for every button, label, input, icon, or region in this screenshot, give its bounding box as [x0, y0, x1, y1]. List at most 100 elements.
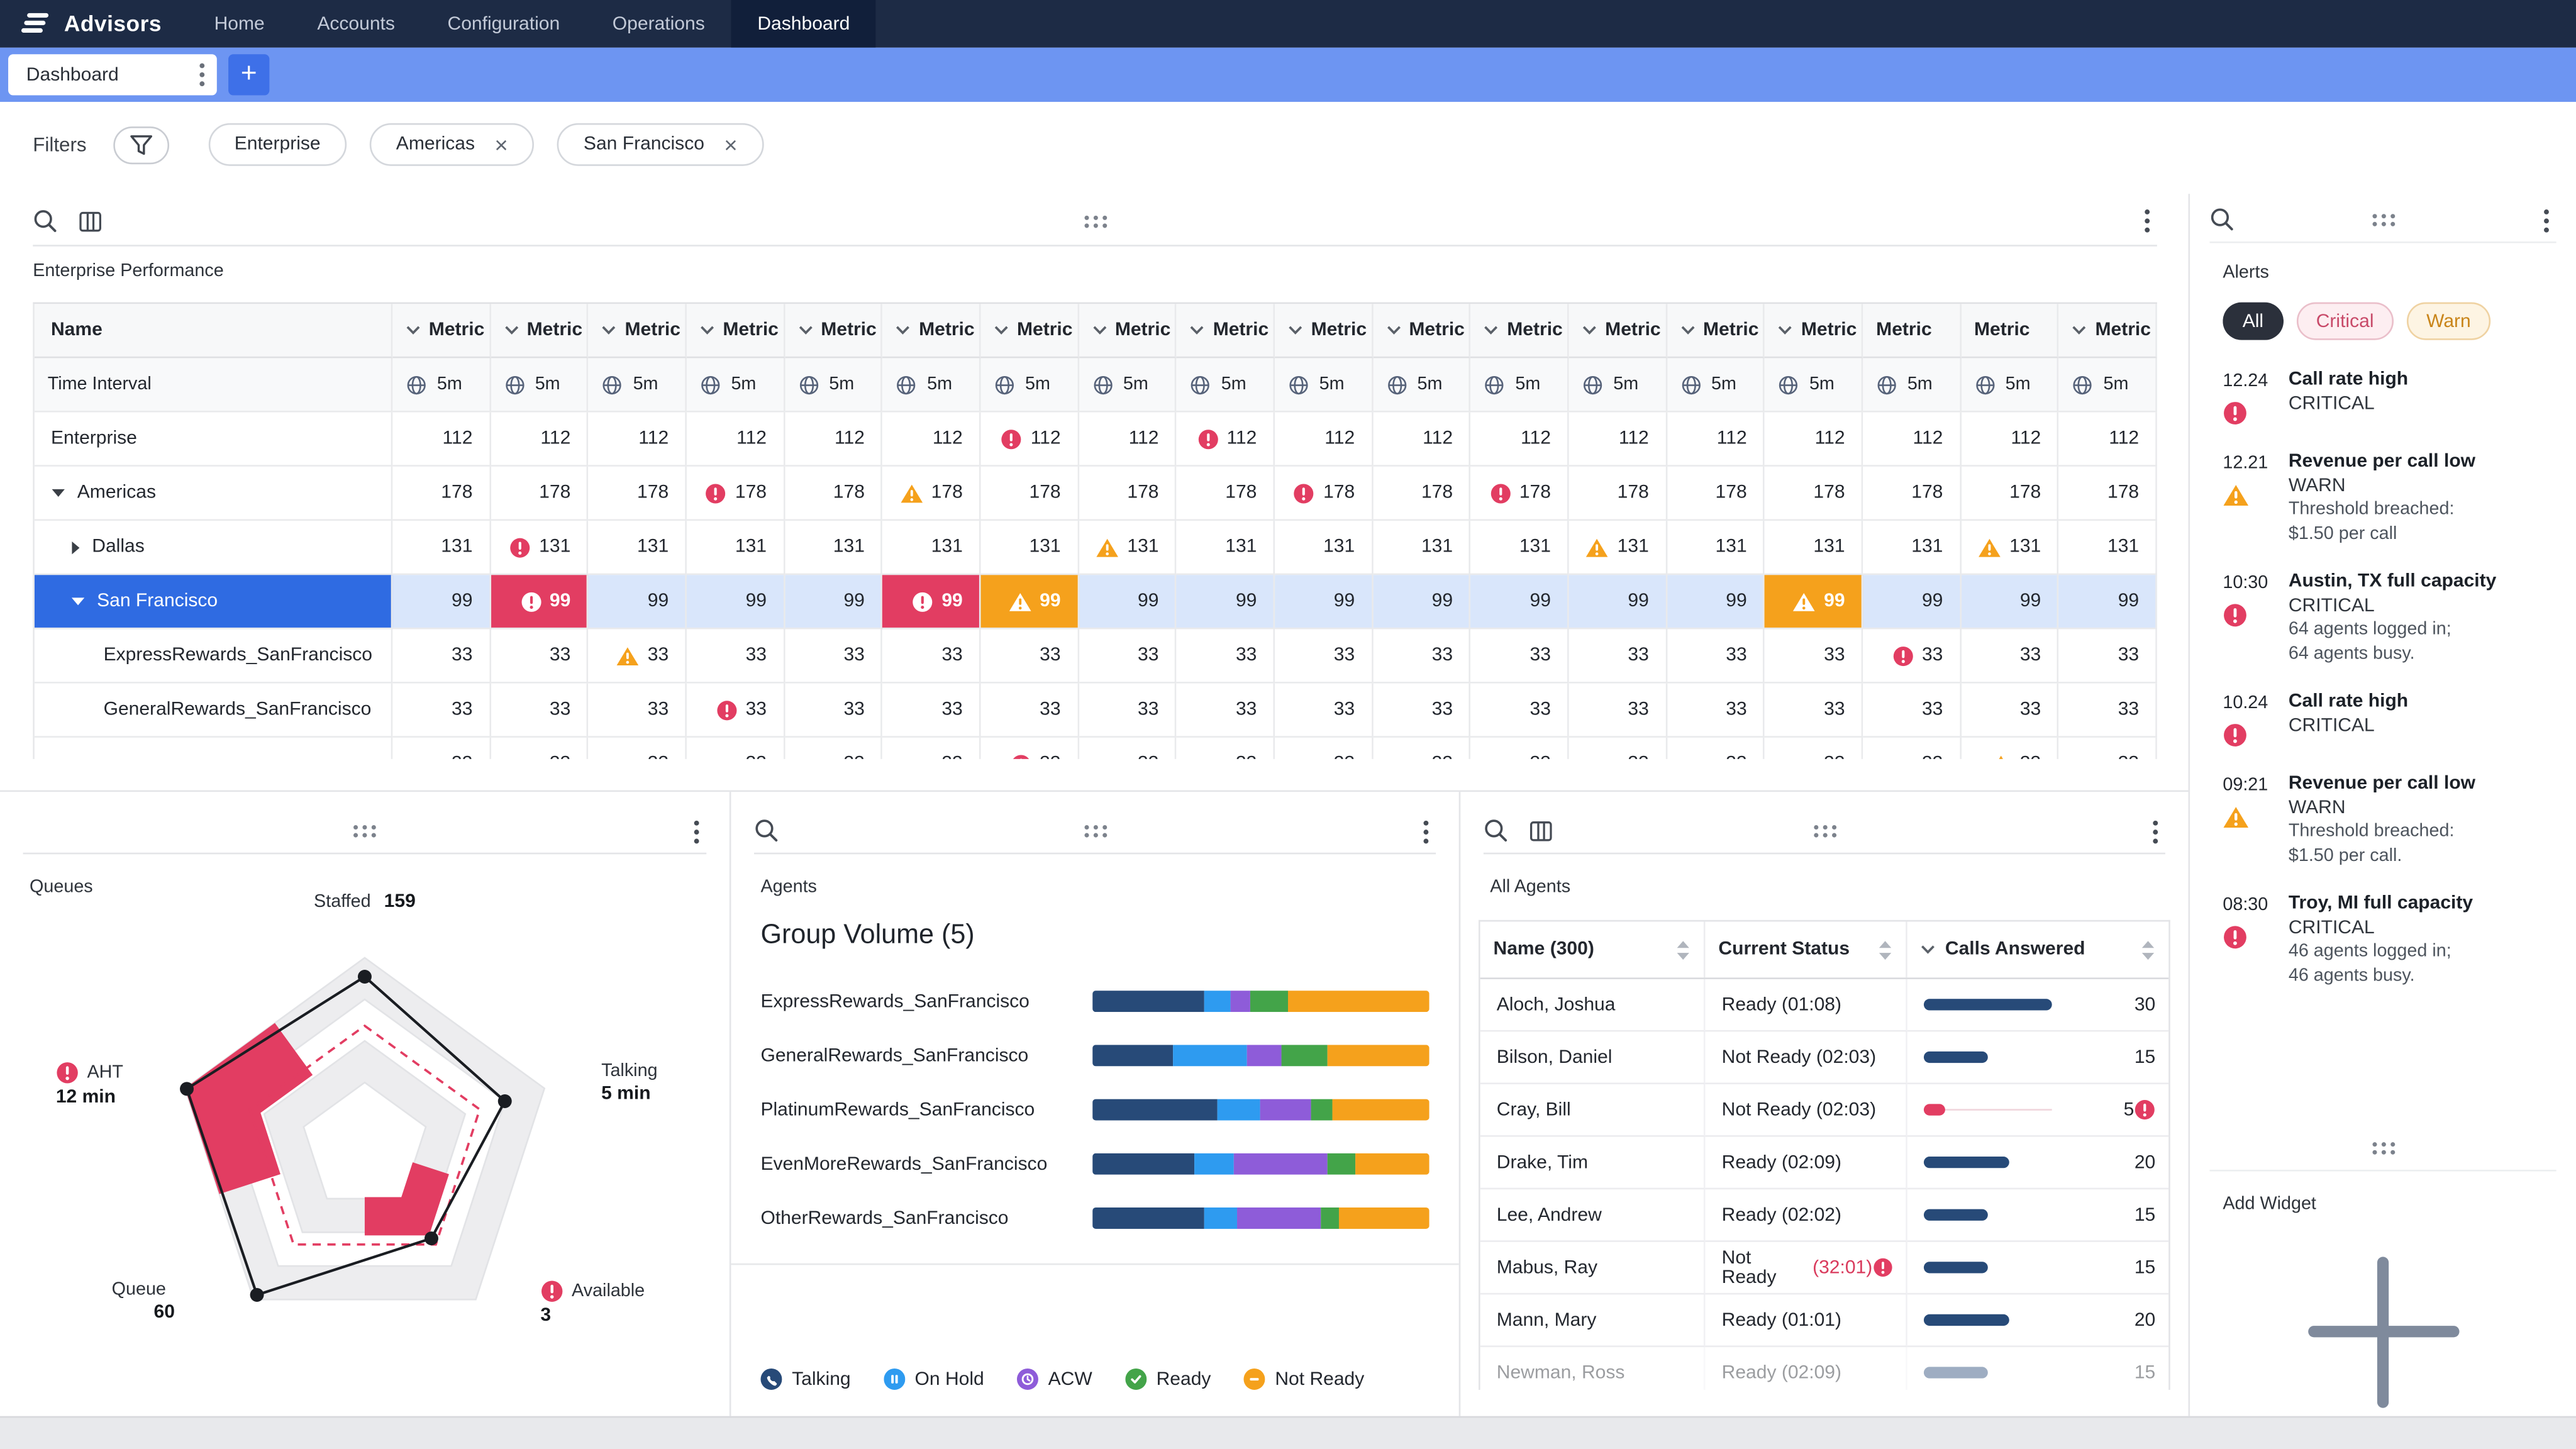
drag-handle-icon[interactable] [1082, 213, 1108, 229]
group-volume-bar[interactable] [1092, 1099, 1430, 1121]
metric-cell[interactable]: 33 [1569, 684, 1667, 738]
metric-cell[interactable]: 99 [981, 575, 1079, 629]
metric-cell[interactable]: 178 [883, 467, 981, 521]
interval-cell[interactable]: 5m [1373, 358, 1471, 412]
col-header-metric[interactable]: Metric [2059, 304, 2157, 358]
metric-cell[interactable]: 33 [1569, 629, 1667, 683]
metric-cell[interactable]: 33 [1863, 738, 1961, 759]
metric-cell[interactable]: 178 [687, 467, 785, 521]
metric-cell[interactable]: 99 [1569, 575, 1667, 629]
metric-cell[interactable]: 99 [1863, 575, 1961, 629]
metric-cell[interactable]: 178 [1471, 467, 1569, 521]
metric-cell[interactable]: 178 [1569, 467, 1667, 521]
alert-item[interactable]: 10:30Austin, TX full capacityCRITICAL64 … [2223, 572, 2563, 665]
alert-item[interactable]: 12.24Call rate highCRITICAL [2223, 370, 2563, 426]
chevron-down-icon[interactable] [1680, 325, 1695, 335]
metric-cell[interactable]: 33 [1961, 629, 2059, 683]
metric-cell[interactable]: 131 [392, 521, 491, 575]
metric-cell[interactable]: 99 [1177, 575, 1275, 629]
metric-cell[interactable]: 33 [1275, 629, 1373, 683]
group-volume-bar[interactable] [1092, 1208, 1430, 1229]
search-icon[interactable] [2209, 207, 2234, 231]
nav-item-operations[interactable]: Operations [586, 0, 731, 48]
metric-cell[interactable]: 33 [785, 684, 883, 738]
interval-cell[interactable]: 5m [1765, 358, 1863, 412]
metric-cell[interactable]: 33 [2059, 629, 2157, 683]
metric-cell[interactable]: 33 [589, 684, 687, 738]
row-dallas[interactable]: Dallas [35, 521, 392, 575]
remove-filter-icon[interactable]: × [724, 133, 737, 157]
metric-cell[interactable]: 33 [1177, 738, 1275, 759]
filter-pill-enterprise[interactable]: Enterprise [208, 123, 347, 166]
metric-cell[interactable]: 99 [785, 575, 883, 629]
chevron-down-icon[interactable] [406, 325, 421, 335]
metric-cell[interactable]: 131 [1765, 521, 1863, 575]
metric-cell[interactable]: 99 [1275, 575, 1373, 629]
metric-cell[interactable]: 131 [1667, 521, 1765, 575]
metric-cell[interactable]: 99 [883, 575, 981, 629]
agent-row-mabus-ray[interactable]: Mabus, RayNot Ready(32:01)15 [1480, 1242, 2169, 1295]
agent-row-newman-ross[interactable]: Newman, RossReady (02:09)15 [1480, 1347, 2169, 1390]
metric-cell[interactable]: 131 [1961, 521, 2059, 575]
drag-handle-icon[interactable] [1811, 822, 1838, 838]
metric-cell[interactable]: 178 [1275, 467, 1373, 521]
metric-cell[interactable]: 178 [1667, 467, 1765, 521]
metric-cell[interactable]: 99 [687, 575, 785, 629]
metric-cell[interactable]: 99 [1471, 575, 1569, 629]
caret-right-icon[interactable] [70, 540, 80, 555]
interval-cell[interactable]: 5m [883, 358, 981, 412]
metric-cell[interactable]: 112 [2059, 413, 2157, 467]
interval-cell[interactable]: 5m [1667, 358, 1765, 412]
kebab-menu-icon[interactable] [2543, 209, 2550, 233]
metric-cell[interactable]: 178 [1079, 467, 1177, 521]
metric-cell[interactable]: 99 [2059, 575, 2157, 629]
metric-cell[interactable]: 112 [589, 413, 687, 467]
tab-kebab-menu-icon[interactable] [199, 62, 205, 87]
legend-item-talking[interactable]: Talking [760, 1368, 850, 1390]
metric-cell[interactable]: 33 [981, 684, 1079, 738]
interval-cell[interactable]: 5m [491, 358, 589, 412]
metric-cell[interactable]: 33 [1373, 629, 1471, 683]
col-header-calls-answered[interactable]: Calls Answered [1907, 921, 2168, 977]
alert-item[interactable]: 08:30Troy, MI full capacityCRITICAL46 ag… [2223, 894, 2563, 987]
sort-icon[interactable] [2141, 939, 2156, 960]
metric-cell[interactable]: 33 [491, 738, 589, 759]
legend-item-ready[interactable]: Ready [1125, 1368, 1211, 1390]
metric-cell[interactable]: 112 [883, 413, 981, 467]
filter-button[interactable] [113, 126, 169, 164]
columns-icon[interactable] [1530, 819, 1553, 842]
metric-cell[interactable]: 99 [392, 575, 491, 629]
metric-cell[interactable]: 33 [1765, 738, 1863, 759]
chevron-down-icon[interactable] [1582, 325, 1597, 335]
metric-cell[interactable]: 33 [687, 684, 785, 738]
agent-row-mann-mary[interactable]: Mann, MaryReady (01:01)20 [1480, 1294, 2169, 1347]
col-header-current-status[interactable]: Current Status [1706, 921, 1907, 977]
metric-cell[interactable]: 112 [1863, 413, 1961, 467]
alerts-filter-critical[interactable]: Critical [2296, 303, 2393, 340]
metric-cell[interactable]: 33 [1961, 738, 2059, 759]
row-san-francisco[interactable]: San Francisco [35, 575, 392, 629]
nav-item-home[interactable]: Home [188, 0, 291, 48]
metric-cell[interactable]: 33 [2059, 684, 2157, 738]
metric-cell[interactable]: 33 [491, 684, 589, 738]
col-header-metric[interactable]: Metric [883, 304, 981, 358]
add-widget-plus-icon[interactable] [2307, 1257, 2458, 1407]
metric-cell[interactable]: 33 [1765, 629, 1863, 683]
metric-cell[interactable]: 33 [1275, 684, 1373, 738]
kebab-menu-icon[interactable] [2152, 820, 2158, 845]
metric-cell[interactable]: 33 [883, 738, 981, 759]
metric-cell[interactable]: 178 [491, 467, 589, 521]
drag-handle-icon[interactable] [2370, 211, 2396, 228]
alert-item[interactable]: 12.21Revenue per call lowWARNThreshold b… [2223, 452, 2563, 545]
alerts-filter-warn[interactable]: Warn [2407, 303, 2490, 340]
interval-cell[interactable]: 5m [1079, 358, 1177, 412]
metric-cell[interactable]: 178 [981, 467, 1079, 521]
metric-cell[interactable]: 178 [589, 467, 687, 521]
row-generalrewards-sanfrancisco[interactable]: GeneralRewards_SanFrancisco [35, 684, 392, 738]
metric-cell[interactable]: 33 [785, 738, 883, 759]
metric-cell[interactable]: 33 [785, 629, 883, 683]
metric-cell[interactable]: 178 [785, 467, 883, 521]
metric-cell[interactable]: 33 [1961, 684, 2059, 738]
metric-cell[interactable]: 112 [1275, 413, 1373, 467]
interval-cell[interactable]: 5m [2059, 358, 2157, 412]
